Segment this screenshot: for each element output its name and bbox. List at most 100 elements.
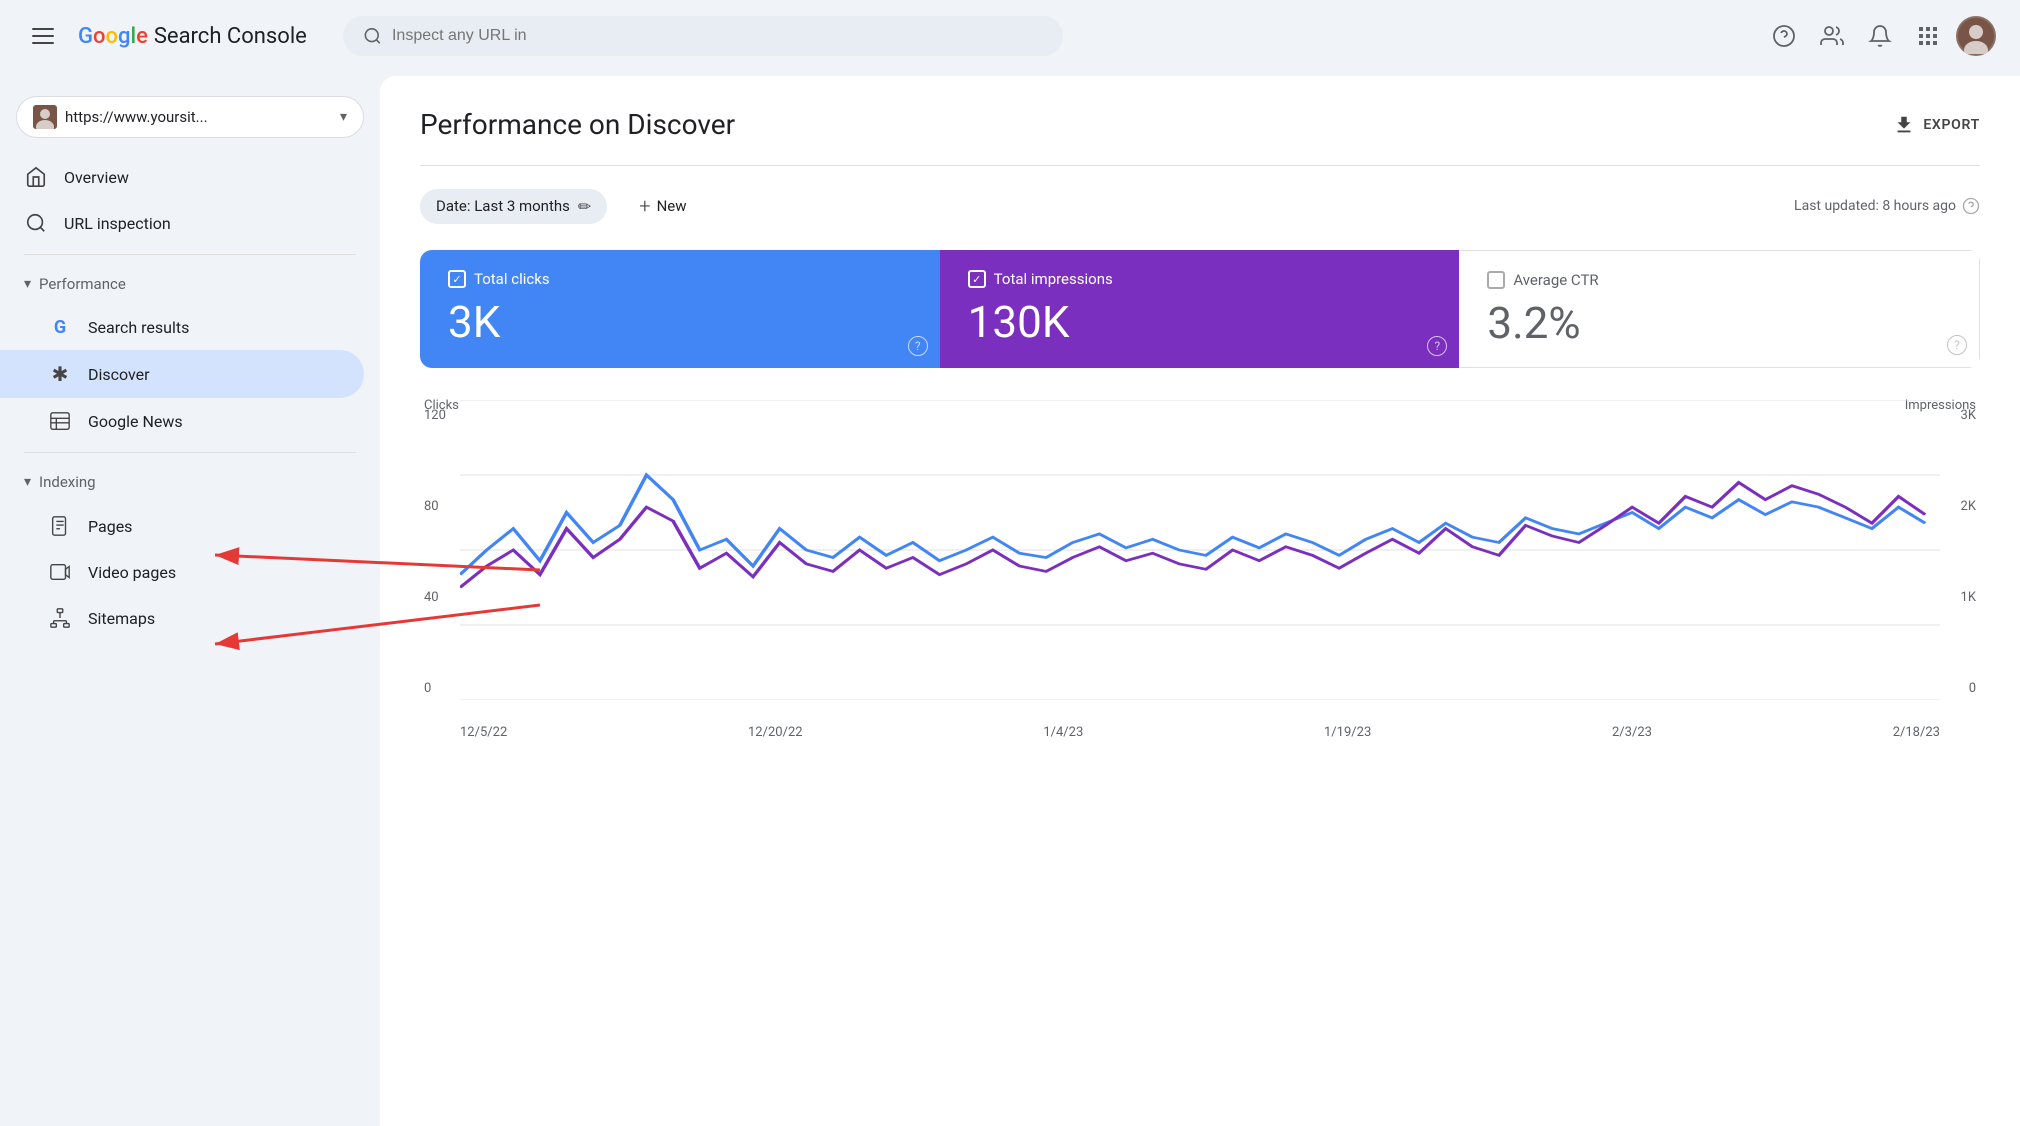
total-impressions-card[interactable]: Total impressions 130K ? (940, 250, 1460, 368)
sidebar-item-overview-label: Overview (64, 168, 129, 187)
last-updated-help-icon (1962, 197, 1980, 215)
total-impressions-value: 130K (968, 298, 1432, 346)
indexing-section-label: Indexing (39, 473, 96, 491)
pages-icon (48, 515, 72, 537)
impressions-line (460, 483, 1925, 588)
total-clicks-label: Total clicks (448, 270, 912, 288)
chart-right-label-0: 0 (1961, 681, 1976, 696)
logo: Google Search Console (78, 24, 307, 49)
avg-ctr-label: Average CTR (1487, 271, 1951, 289)
chart-left-label-80: 80 (424, 499, 446, 514)
performance-chevron-icon: ▾ (24, 276, 31, 292)
chart-x-label-0: 12/5/22 (460, 725, 507, 740)
sidebar-item-google-news-label: Google News (88, 412, 183, 431)
new-filter-label: New (657, 197, 687, 215)
sidebar-item-video-pages-label: Video pages (88, 563, 176, 582)
metric-cards: Total clicks 3K ? Total impressions 130K… (420, 250, 1980, 368)
chart-x-label-3: 1/19/23 (1324, 725, 1371, 740)
content-header: Performance on Discover EXPORT (420, 108, 1980, 141)
hamburger-menu[interactable] (24, 20, 62, 52)
sidebar-item-discover[interactable]: ✱ Discover (0, 350, 364, 398)
google-wordmark: Google (78, 24, 148, 49)
sidebar-item-overview[interactable]: Overview (0, 154, 364, 200)
chart-x-label-2: 1/4/23 (1043, 725, 1083, 740)
chart-right-label-1k: 1K (1961, 590, 1976, 605)
sidebar-item-video-pages[interactable]: Video pages (0, 549, 364, 595)
indexing-chevron-icon: ▾ (24, 474, 31, 490)
clicks-line (460, 475, 1925, 575)
avg-ctr-card[interactable]: Average CTR 3.2% ? (1459, 250, 1980, 368)
site-selector[interactable]: https://www.yoursit... ▾ (16, 96, 364, 138)
sidebar-item-discover-label: Discover (88, 365, 150, 384)
avg-ctr-help-icon[interactable]: ? (1947, 335, 1967, 355)
header-divider (420, 165, 1980, 166)
help-icon-button[interactable] (1764, 16, 1804, 56)
export-download-icon (1893, 114, 1915, 136)
new-filter-button[interactable]: + New (623, 186, 702, 226)
discover-icon: ✱ (48, 362, 72, 386)
header-icons (1764, 16, 1996, 56)
divider-1 (24, 254, 356, 255)
pencil-icon: ✏ (578, 197, 591, 216)
google-g-icon: G (48, 317, 72, 338)
site-url-text: https://www.yoursit... (65, 108, 332, 126)
sidebar-item-url-inspection[interactable]: URL inspection (0, 200, 364, 246)
indexing-section-header[interactable]: ▾ Indexing (0, 461, 380, 503)
plus-icon: + (639, 194, 650, 218)
header: Google Search Console (0, 0, 2020, 72)
product-name: Search Console (154, 24, 307, 49)
sidebar-item-sitemaps-label: Sitemaps (88, 609, 155, 628)
avg-ctr-checkbox[interactable] (1487, 271, 1505, 289)
total-impressions-label: Total impressions (968, 270, 1432, 288)
divider-2 (24, 452, 356, 453)
chart-right-label-3k: 3K (1961, 408, 1976, 423)
search-icon (363, 26, 382, 46)
total-impressions-help-icon[interactable]: ? (1427, 336, 1447, 356)
sitemaps-icon (48, 607, 72, 629)
export-button-label: EXPORT (1923, 117, 1980, 133)
sidebar-item-google-news[interactable]: Google News (0, 398, 364, 444)
url-search-bar[interactable] (343, 16, 1063, 56)
date-filter-label: Date: Last 3 months (436, 197, 570, 215)
sidebar-item-search-results[interactable]: G Search results (0, 305, 364, 350)
url-search-input[interactable] (392, 27, 1043, 45)
total-clicks-checkbox[interactable] (448, 270, 466, 288)
sidebar-item-search-results-label: Search results (88, 318, 189, 337)
avatar[interactable] (1956, 16, 1996, 56)
sidebar: https://www.yoursit... ▾ Overview URL in… (0, 72, 380, 1126)
sidebar-item-pages-label: Pages (88, 517, 132, 536)
total-impressions-checkbox[interactable] (968, 270, 986, 288)
home-icon (24, 166, 48, 188)
page-title: Performance on Discover (420, 108, 735, 141)
total-clicks-help-icon[interactable]: ? (908, 336, 928, 356)
bell-icon-button[interactable] (1860, 16, 1900, 56)
chart-container: Clicks Impressions 120 80 40 0 3K 2K 1K … (420, 400, 1980, 740)
filters-row: Date: Last 3 months ✏ + New Last updated… (420, 186, 1980, 226)
chart-svg-wrapper (460, 400, 1940, 700)
site-selector-chevron-icon: ▾ (340, 109, 347, 125)
performance-section-header[interactable]: ▾ Performance (0, 263, 380, 305)
people-icon-button[interactable] (1812, 16, 1852, 56)
google-news-icon (48, 410, 72, 432)
sidebar-item-sitemaps[interactable]: Sitemaps (0, 595, 364, 641)
chart-left-label-120: 120 (424, 408, 446, 423)
date-filter-button[interactable]: Date: Last 3 months ✏ (420, 189, 607, 224)
chart-x-label-4: 2/3/23 (1612, 725, 1652, 740)
chart-x-label-5: 2/18/23 (1893, 725, 1940, 740)
export-button[interactable]: EXPORT (1893, 114, 1980, 136)
chart-svg (460, 400, 1940, 700)
total-clicks-card[interactable]: Total clicks 3K ? (420, 250, 940, 368)
sidebar-item-pages[interactable]: Pages (0, 503, 364, 549)
url-inspection-icon (24, 212, 48, 234)
chart-left-labels: 120 80 40 0 (424, 408, 446, 700)
avg-ctr-value: 3.2% (1487, 299, 1951, 347)
chart-x-labels: 12/5/22 12/20/22 1/4/23 1/19/23 2/3/23 2… (460, 725, 1940, 740)
sidebar-item-url-inspection-label: URL inspection (64, 214, 171, 233)
video-pages-icon (48, 561, 72, 583)
chart-right-label-2k: 2K (1961, 499, 1976, 514)
apps-icon-button[interactable] (1908, 16, 1948, 56)
site-favicon (33, 105, 57, 129)
last-updated-text: Last updated: 8 hours ago (1794, 197, 1980, 215)
chart-right-labels: 3K 2K 1K 0 (1961, 408, 1976, 700)
chart-left-label-40: 40 (424, 590, 446, 605)
